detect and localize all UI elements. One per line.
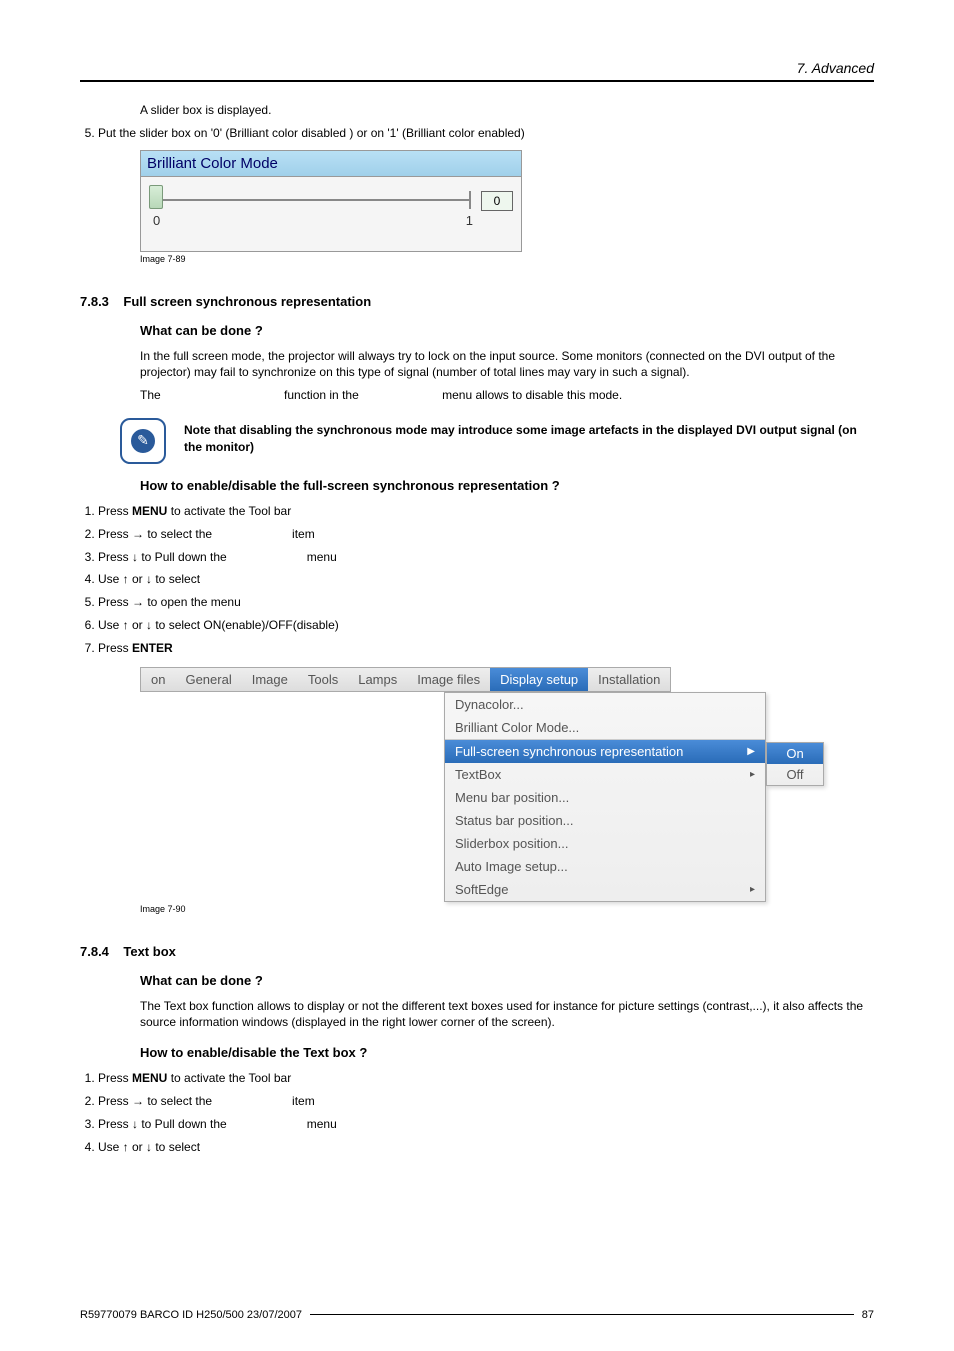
- footer-left: R59770079 BARCO ID H250/500 23/07/2007: [80, 1309, 302, 1321]
- submenu-onoff[interactable]: On Off: [766, 742, 824, 786]
- slider-body[interactable]: 0 1 0: [141, 177, 521, 251]
- slider-min: 0: [153, 213, 160, 228]
- slider-thumb[interactable]: [149, 185, 163, 209]
- step-783-5: Press → to open the menu: [98, 594, 874, 611]
- arrow-right-icon: ▸: [750, 769, 755, 780]
- dd-menubar-pos[interactable]: Menu bar position...: [445, 786, 765, 809]
- submenu-on[interactable]: On: [767, 743, 823, 764]
- the-para-783: The function in the menu allows to disab…: [140, 387, 874, 404]
- step-783-6: Use ↑ or ↓ to select ON(enable)/OFF(disa…: [98, 617, 874, 634]
- note-text: Note that disabling the synchronous mode…: [184, 418, 874, 456]
- slider-title: Brilliant Color Mode: [141, 151, 521, 177]
- menu-figure: on General Image Tools Lamps Image files…: [140, 667, 874, 692]
- chapter-header: 7. Advanced: [80, 60, 874, 76]
- menu-item-image[interactable]: Image: [242, 668, 298, 691]
- dd-sliderbox-pos[interactable]: Sliderbox position...: [445, 832, 765, 855]
- note-box: ✎ Note that disabling the synchronous mo…: [120, 418, 874, 464]
- step-784-3: Press ↓ to Pull down themenu: [98, 1116, 874, 1133]
- intro-step-list: Put the slider box on '0' (Brilliant col…: [80, 125, 874, 142]
- what-para-783: In the full screen mode, the projector w…: [140, 348, 874, 382]
- step-783-7: Press ENTER: [98, 640, 874, 657]
- dd-softedge[interactable]: SoftEdge▸: [445, 878, 765, 901]
- slider-figure: Brilliant Color Mode 0 1 0: [140, 150, 522, 252]
- dd-dynacolor[interactable]: Dynacolor...: [445, 693, 765, 716]
- menu-item-on[interactable]: on: [141, 668, 175, 691]
- intro-line: A slider box is displayed.: [140, 102, 874, 119]
- menu-item-general[interactable]: General: [175, 668, 241, 691]
- dd-auto-image[interactable]: Auto Image setup...: [445, 855, 765, 878]
- footer-pagenum: 87: [862, 1309, 874, 1321]
- menu-item-installation[interactable]: Installation: [588, 668, 670, 691]
- step-783-4: Use ↑ or ↓ to select: [98, 571, 874, 588]
- dd-textbox[interactable]: TextBox▸: [445, 763, 765, 786]
- step-784-1: Press MENU to activate the Tool bar: [98, 1070, 874, 1087]
- dropdown-display-setup[interactable]: Dynacolor... Brilliant Color Mode... Ful…: [444, 692, 766, 902]
- what-heading-783: What can be done ?: [140, 323, 874, 338]
- step-784-2: Press → to select theitem: [98, 1093, 874, 1110]
- what-para-784: The Text box function allows to display …: [140, 998, 874, 1032]
- dd-brilliant-color[interactable]: Brilliant Color Mode...: [445, 716, 765, 739]
- slider-readout: 0: [481, 191, 513, 211]
- what-heading-784: What can be done ?: [140, 973, 874, 988]
- arrow-right-icon: ▸: [750, 884, 755, 895]
- figure-caption-790: Image 7-90: [140, 904, 874, 914]
- menu-item-lamps[interactable]: Lamps: [348, 668, 407, 691]
- step-783-1: Press MENU to activate the Tool bar: [98, 503, 874, 520]
- how-heading-784: How to enable/disable the Text box ?: [140, 1045, 874, 1060]
- arrow-right-icon: ▶: [747, 746, 755, 757]
- section-784-heading: 7.8.4 Text box: [80, 944, 874, 959]
- dd-statusbar-pos[interactable]: Status bar position...: [445, 809, 765, 832]
- steps-784: Press MENU to activate the Tool bar Pres…: [80, 1070, 874, 1155]
- step-784-4: Use ↑ or ↓ to select: [98, 1139, 874, 1156]
- note-icon: ✎: [120, 418, 166, 464]
- steps-783: Press MENU to activate the Tool bar Pres…: [80, 503, 874, 657]
- step-783-2: Press → to select theitem: [98, 526, 874, 543]
- section-783-heading: 7.8.3 Full screen synchronous representa…: [80, 294, 874, 309]
- figure-caption-789: Image 7-89: [140, 254, 874, 264]
- page-footer: R59770079 BARCO ID H250/500 23/07/2007 8…: [80, 1309, 874, 1321]
- dd-fullscreen-sync[interactable]: Full-screen synchronous representation▶: [445, 740, 765, 763]
- menu-item-tools[interactable]: Tools: [298, 668, 348, 691]
- step-5: Put the slider box on '0' (Brilliant col…: [98, 125, 874, 142]
- menu-bar[interactable]: on General Image Tools Lamps Image files…: [140, 667, 671, 692]
- menu-item-image-files[interactable]: Image files: [407, 668, 490, 691]
- slider-max: 1: [466, 213, 473, 228]
- submenu-off[interactable]: Off: [767, 764, 823, 785]
- menu-item-display-setup[interactable]: Display setup: [490, 668, 588, 691]
- how-heading-783: How to enable/disable the full-screen sy…: [140, 478, 874, 493]
- header-rule: [80, 80, 874, 82]
- step-783-3: Press ↓ to Pull down themenu: [98, 549, 874, 566]
